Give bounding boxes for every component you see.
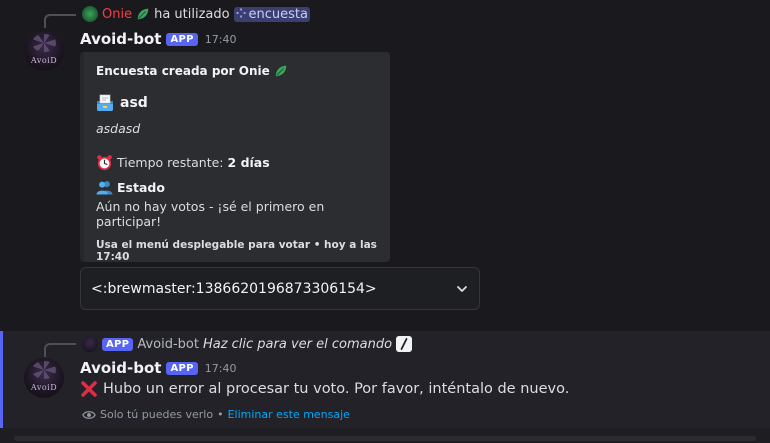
embed-title: asd — [96, 94, 378, 112]
input-bar[interactable] — [14, 436, 756, 441]
time-remaining-label: Tiempo restante: — [117, 155, 224, 170]
onie-avatar[interactable] — [82, 6, 98, 22]
avatar[interactable]: AvoiD — [24, 358, 64, 398]
reply-context[interactable]: APP Avoid-bot Haz clic para ver el coman… — [82, 336, 413, 352]
status-field-name: Estado — [96, 179, 378, 195]
leaf-icon — [137, 8, 149, 20]
embed-author-text: Encuesta creada por Onie — [96, 64, 270, 78]
avatar-logo-text: AvoiD — [30, 383, 58, 392]
reply-used-text: ha utilizado — [154, 6, 230, 22]
embed-title-text: asd — [120, 95, 148, 111]
embed-author: Encuesta creada por Onie — [96, 64, 378, 78]
ballot-box-icon — [97, 94, 113, 111]
reply-username[interactable]: Avoid-bot — [137, 337, 199, 352]
embed-description: asdasd — [96, 121, 141, 136]
embed-footer: Usa el menú desplegable para votar • hoy… — [96, 239, 377, 263]
slash-command-icon[interactable] — [396, 336, 413, 352]
vote-select-menu[interactable]: <:brewmaster:1386620196873306154> — [80, 267, 480, 310]
author-line: Avoid-bot APP 17:40 — [80, 359, 237, 377]
avatar-crown — [32, 34, 56, 52]
eye-icon — [82, 410, 96, 419]
avatar-logo-text: AvoiD — [30, 56, 58, 65]
separator: • — [217, 408, 224, 421]
app-badge: APP — [166, 361, 198, 375]
status-label: Estado — [117, 179, 165, 195]
author-name[interactable]: Avoid-bot — [80, 30, 161, 48]
ephemeral-notice: Solo tú puedes verlo • Eliminar este men… — [82, 408, 350, 421]
app-badge: APP — [102, 337, 134, 351]
chevron-down-icon[interactable] — [455, 282, 469, 296]
time-remaining-value: 2 días — [227, 155, 270, 170]
avatar-crown — [32, 361, 56, 379]
error-message-text: Hubo un error al procesar tu voto. Por f… — [103, 381, 570, 397]
only-you-text: Solo tú puedes verlo — [100, 408, 214, 421]
timestamp[interactable]: 17:40 — [205, 362, 237, 375]
command-mention[interactable]: ⁘ encuesta — [233, 6, 310, 22]
error-message: Hubo un error al procesar tu voto. Por f… — [80, 380, 569, 398]
app-badge: APP — [166, 32, 198, 46]
poll-embed: Encuesta creada por Onie asd asdasd Tiem… — [80, 52, 390, 263]
command-hint[interactable]: Haz clic para ver el comando — [203, 337, 392, 352]
delete-message-link[interactable]: Eliminar este mensaje — [228, 408, 350, 421]
select-value[interactable]: <:brewmaster:1386620196873306154> — [91, 281, 377, 297]
author-line: Avoid-bot APP 17:40 — [80, 30, 237, 48]
message-input-edge — [0, 428, 770, 443]
timestamp[interactable]: 17:40 — [205, 33, 237, 46]
time-remaining-field: Tiempo restante: 2 días — [96, 154, 378, 171]
people-icon — [96, 181, 113, 195]
reply-username[interactable]: Onie — [102, 7, 132, 22]
reply-context[interactable]: Onie ha utilizado ⁘ encuesta — [82, 6, 310, 22]
reply-connector — [44, 14, 76, 28]
alarm-clock-icon — [97, 155, 112, 171]
bot-small-avatar[interactable] — [82, 336, 98, 352]
reply-connector — [44, 343, 76, 357]
author-name[interactable]: Avoid-bot — [80, 359, 161, 377]
status-value: Aún no hay votos - ¡sé el primero en par… — [96, 199, 325, 229]
avatar[interactable]: AvoiD — [24, 31, 64, 71]
command-name[interactable]: encuesta — [249, 7, 308, 22]
cross-mark-icon — [81, 381, 97, 397]
message-poll: Onie ha utilizado ⁘ encuesta AvoiD Avoid-… — [0, 0, 770, 328]
leaf-icon — [275, 65, 286, 77]
